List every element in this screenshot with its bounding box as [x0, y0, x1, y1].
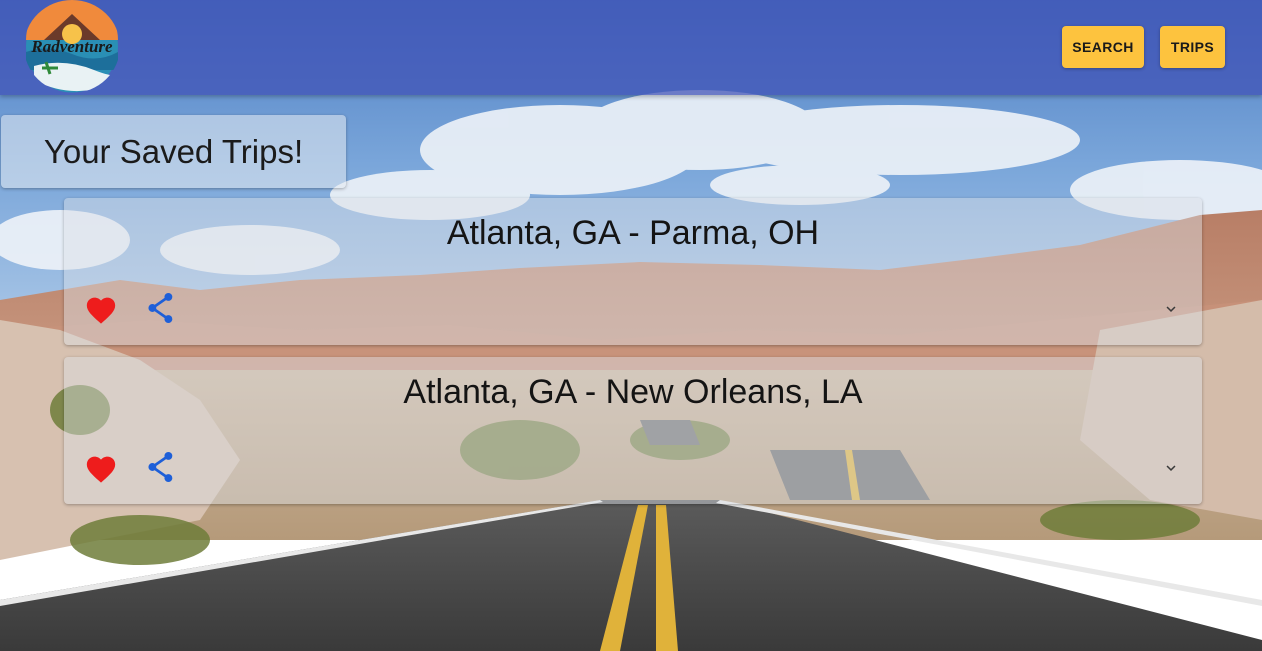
- trip-card[interactable]: Atlanta, GA - New Orleans, LA: [64, 357, 1202, 504]
- trip-title: Atlanta, GA - Parma, OH: [446, 214, 820, 252]
- search-nav-button[interactable]: SEARCH: [1062, 26, 1144, 68]
- svg-text:Radventure: Radventure: [30, 37, 113, 56]
- chevron-down-icon[interactable]: [1162, 459, 1180, 477]
- trip-title: Atlanta, GA - New Orleans, LA: [403, 373, 863, 411]
- trips-nav-button[interactable]: TRIPS: [1160, 26, 1225, 68]
- app-bar: Radventure SEARCH TRIPS: [0, 0, 1262, 95]
- share-icon[interactable]: [146, 451, 176, 483]
- page-title: Your Saved Trips!: [43, 132, 304, 170]
- share-icon[interactable]: [146, 292, 176, 324]
- heart-icon[interactable]: [84, 452, 118, 484]
- chevron-down-icon[interactable]: [1162, 300, 1180, 318]
- page-heading-card: Your Saved Trips!: [1, 115, 346, 188]
- radventure-logo[interactable]: Radventure: [24, 0, 120, 93]
- app-root: Radventure SEARCH TRIPS Your Saved Trips…: [0, 0, 1262, 651]
- heart-icon[interactable]: [84, 293, 118, 325]
- trip-card[interactable]: Atlanta, GA - Parma, OH: [64, 198, 1202, 345]
